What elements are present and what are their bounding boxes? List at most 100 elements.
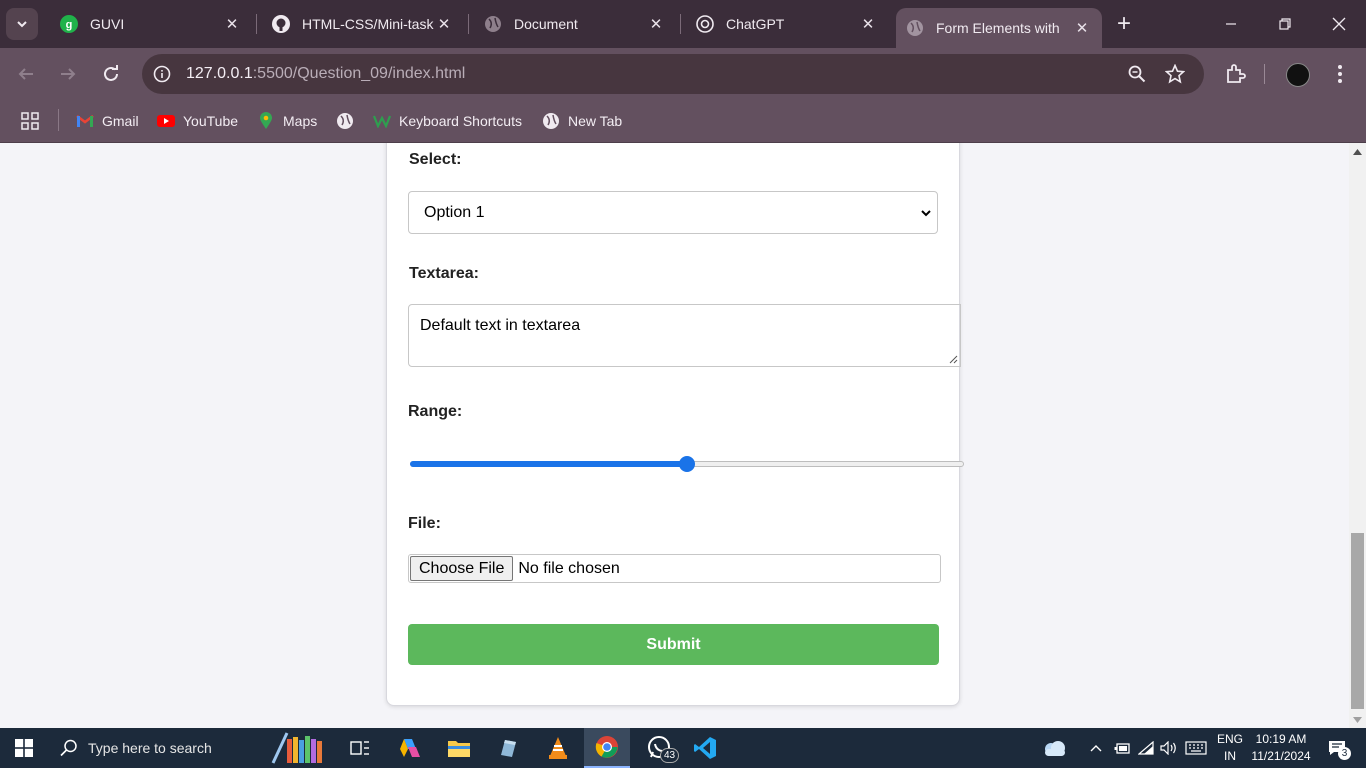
task-view-button[interactable] [342, 728, 378, 768]
tab-chatgpt[interactable]: ChatGPT ✕ [680, 8, 888, 40]
volume-icon[interactable] [1159, 728, 1179, 768]
bookmark-gmail[interactable]: Gmail [76, 109, 139, 133]
avatar[interactable] [1286, 63, 1310, 87]
url-host: 127.0.0.1 [186, 65, 253, 82]
arrow-left-icon [18, 68, 33, 80]
close-icon[interactable]: ✕ [222, 14, 242, 34]
search-placeholder: Type here to search [88, 740, 212, 756]
restore-icon [1279, 18, 1291, 30]
scroll-up-icon[interactable] [1349, 143, 1366, 160]
weather-icon[interactable] [1036, 728, 1072, 768]
page-scrollbar[interactable] [1349, 143, 1366, 728]
tab-strip: g GUVI ✕ HTML-CSS/Mini-task ✕ Document ✕… [0, 0, 1366, 48]
apps-button[interactable] [21, 109, 39, 133]
resize-handle-icon[interactable] [949, 355, 958, 364]
svg-text:g: g [66, 19, 73, 31]
youtube-icon [157, 112, 175, 130]
back-button[interactable] [12, 60, 40, 88]
keyboard-icon[interactable] [1184, 728, 1208, 768]
extensions-icon[interactable] [1223, 62, 1247, 86]
address-bar[interactable]: 127.0.0.1:5500/Question_09/index.html [142, 54, 1204, 94]
close-icon[interactable]: ✕ [434, 14, 454, 34]
textarea-field[interactable]: Default text in textarea [408, 304, 961, 367]
tab-github[interactable]: HTML-CSS/Mini-task ✕ [256, 8, 464, 40]
battery-icon[interactable] [1112, 728, 1132, 768]
forward-button[interactable] [54, 60, 82, 88]
submit-button[interactable]: Submit [408, 624, 939, 665]
task-view-icon [350, 741, 369, 755]
close-icon[interactable]: ✕ [858, 14, 878, 34]
globe-icon [336, 112, 354, 130]
bookmark-star-icon[interactable] [1165, 64, 1185, 84]
bookmarks-bar: Gmail YouTube Maps Keyboard Shortcuts Ne… [0, 100, 1366, 143]
range-thumb[interactable] [679, 456, 695, 472]
maps-icon [257, 112, 275, 130]
gmail-icon [76, 112, 94, 130]
tab-title: GUVI [90, 16, 125, 32]
bookmark-new-tab[interactable]: New Tab [542, 109, 622, 133]
file-input[interactable]: Choose File No file chosen [408, 554, 941, 583]
taskbar-search[interactable]: Type here to search [48, 728, 258, 768]
tab-document[interactable]: Document ✕ [468, 8, 676, 40]
bookmark-label: New Tab [568, 113, 623, 129]
clock-date: 11/21/2024 [1251, 749, 1311, 763]
minimize-icon [1226, 23, 1236, 25]
language-text: ENG [1216, 732, 1243, 746]
clock[interactable]: 10:19 AM 11/21/2024 [1248, 731, 1314, 765]
url-path: :5500/Question_09/index.html [252, 65, 466, 82]
start-button[interactable] [0, 728, 48, 768]
zoom-icon[interactable] [1127, 64, 1147, 84]
select-dropdown[interactable]: Option 1 [408, 191, 938, 234]
reload-button[interactable] [97, 60, 125, 88]
bookmark-globe[interactable] [336, 109, 362, 133]
language-indicator[interactable]: ENG IN [1214, 731, 1246, 765]
app-icon[interactable] [490, 728, 526, 768]
notifications-button[interactable]: 3 [1322, 728, 1352, 768]
bookmark-maps[interactable]: Maps [257, 109, 317, 133]
wifi-icon[interactable] [1136, 728, 1156, 768]
whatsapp-badge: 43 [660, 748, 680, 763]
chrome-icon[interactable] [584, 728, 630, 768]
close-icon[interactable]: ✕ [1072, 18, 1092, 38]
search-icon [60, 739, 77, 757]
site-info-icon[interactable] [152, 64, 172, 84]
copilot-icon[interactable] [392, 728, 428, 768]
page-content: Select: Option 1 Textarea: Default text … [0, 143, 1349, 728]
tray-chevron-up-icon[interactable] [1088, 728, 1104, 768]
url-text: 127.0.0.1:5500/Question_09/index.html [186, 65, 465, 83]
whatsapp-icon[interactable]: 43 [640, 728, 680, 768]
close-icon [1332, 17, 1346, 31]
file-explorer-icon[interactable] [441, 728, 477, 768]
minimize-button[interactable] [1204, 0, 1258, 48]
range-slider[interactable] [410, 456, 964, 472]
close-window-button[interactable] [1312, 0, 1366, 48]
books-widget-icon[interactable] [265, 728, 327, 768]
chevron-down-icon [17, 21, 27, 28]
choose-file-button[interactable]: Choose File [410, 556, 514, 581]
chevron-down-icon [921, 210, 931, 217]
file-status: No file chosen [518, 559, 620, 577]
tab-search-button[interactable] [6, 8, 38, 40]
bookmark-keyboard-shortcuts[interactable]: Keyboard Shortcuts [373, 109, 522, 133]
vscode-icon[interactable] [686, 728, 724, 768]
bookmark-label: Keyboard Shortcuts [399, 113, 522, 129]
scroll-down-icon[interactable] [1349, 711, 1366, 728]
scrollbar-thumb[interactable] [1351, 533, 1364, 709]
restore-button[interactable] [1258, 0, 1312, 48]
bookmark-youtube[interactable]: YouTube [157, 109, 238, 133]
bookmarks-divider [58, 109, 59, 131]
vlc-icon[interactable] [540, 728, 576, 768]
windows-logo-icon [15, 739, 33, 757]
bookmark-label: Gmail [102, 113, 139, 129]
arrow-right-icon [61, 68, 76, 80]
close-icon[interactable]: ✕ [646, 14, 666, 34]
menu-dots-icon[interactable] [1328, 62, 1352, 86]
tab-form-elements[interactable]: Form Elements with ✕ [896, 8, 1102, 48]
new-tab-button[interactable]: + [1110, 10, 1138, 38]
tab-guvi[interactable]: g GUVI ✕ [44, 8, 252, 40]
tab-title: HTML-CSS/Mini-task [302, 16, 434, 32]
select-label: Select: [409, 151, 462, 168]
range-fill [410, 461, 687, 467]
globe-icon [484, 15, 502, 33]
tab-title: Document [514, 16, 578, 32]
